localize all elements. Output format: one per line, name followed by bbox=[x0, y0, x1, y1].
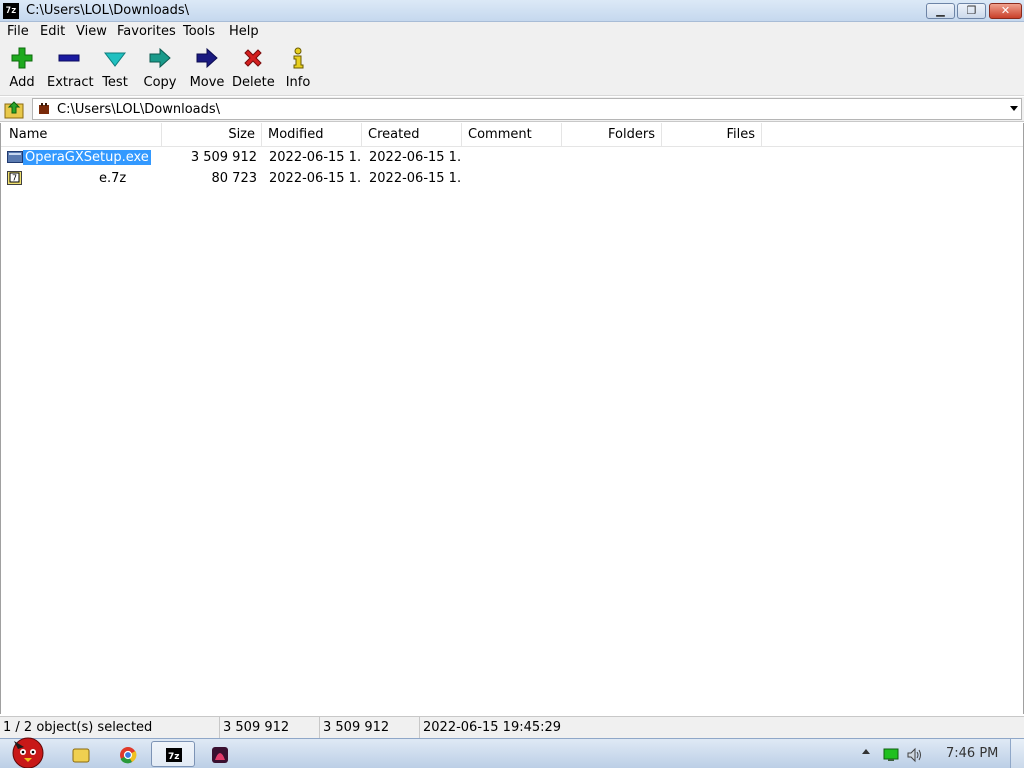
drive-icon bbox=[39, 103, 49, 114]
exe-file-icon bbox=[7, 151, 23, 163]
file-modified: 2022-06-15 1... bbox=[269, 171, 361, 186]
info-button[interactable]: Info bbox=[284, 46, 312, 90]
menu-favorites[interactable]: Favorites bbox=[117, 24, 176, 39]
menu-tools[interactable]: Tools bbox=[183, 24, 215, 39]
menu-view[interactable]: View bbox=[76, 24, 107, 39]
address-field[interactable]: C:\Users\LOL\Downloads\ bbox=[32, 98, 1022, 120]
toolbar: Add Extract Test Copy Move Delete Info bbox=[0, 42, 1024, 96]
copy-button[interactable]: Copy bbox=[143, 46, 177, 90]
menu-bar: File Edit View Favorites Tools Help bbox=[0, 22, 1024, 42]
extract-icon bbox=[58, 54, 80, 62]
file-modified: 2022-06-15 1... bbox=[269, 150, 361, 165]
svg-text:7z: 7z bbox=[168, 752, 180, 762]
show-desktop-button[interactable] bbox=[1010, 739, 1024, 768]
column-comment[interactable]: Comment bbox=[462, 123, 562, 147]
address-path: C:\Users\LOL\Downloads\ bbox=[57, 102, 221, 117]
extract-label: Extract bbox=[47, 75, 94, 90]
column-header: Name Size Modified Created Comment Folde… bbox=[1, 123, 1023, 147]
maximize-icon: ❐ bbox=[966, 4, 977, 17]
move-button[interactable]: Move bbox=[189, 46, 225, 90]
taskbar-app[interactable] bbox=[197, 741, 241, 767]
test-label: Test bbox=[102, 75, 128, 90]
explorer-icon bbox=[72, 748, 90, 763]
file-name: OperaGXSetup.exe bbox=[23, 150, 151, 165]
column-modified[interactable]: Modified bbox=[262, 123, 362, 147]
taskbar: 7z 7:46 PM bbox=[0, 737, 1024, 768]
chrome-icon bbox=[120, 747, 137, 764]
7zip-app-icon: 7z bbox=[3, 3, 19, 19]
title-bar: 7z C:\Users\LOL\Downloads\ ▁ ❐ ✕ bbox=[0, 0, 1024, 22]
taskbar-chrome[interactable] bbox=[105, 741, 149, 767]
svg-text:7: 7 bbox=[12, 174, 17, 183]
move-arrow-icon bbox=[196, 47, 218, 69]
status-bar: 1 / 2 object(s) selected 3 509 912 3 509… bbox=[0, 716, 1024, 739]
taskbar-7zip[interactable]: 7z bbox=[151, 741, 195, 767]
network-icon[interactable] bbox=[883, 748, 899, 762]
add-label: Add bbox=[9, 75, 35, 90]
copy-label: Copy bbox=[143, 75, 177, 90]
minimize-icon: ▁ bbox=[936, 4, 945, 17]
menu-edit[interactable]: Edit bbox=[40, 24, 65, 39]
test-check-icon bbox=[103, 52, 127, 67]
7z-archive-icon: 7 bbox=[7, 171, 22, 185]
window-title: C:\Users\LOL\Downloads\ bbox=[26, 3, 190, 18]
status-packed-size: 3 509 912 bbox=[320, 717, 420, 739]
add-icon bbox=[11, 47, 33, 69]
file-size: 3 509 912 bbox=[190, 150, 257, 165]
column-name[interactable]: Name bbox=[1, 123, 162, 147]
maximize-button[interactable]: ❐ bbox=[957, 3, 986, 19]
file-size: 80 723 bbox=[211, 171, 258, 186]
info-icon bbox=[293, 47, 304, 69]
table-row[interactable]: 7 e.7z 80 723 2022-06-15 1... 2022-06-15… bbox=[1, 168, 1023, 189]
close-button[interactable]: ✕ bbox=[989, 3, 1022, 19]
info-label: Info bbox=[285, 75, 311, 90]
delete-label: Delete bbox=[232, 75, 275, 90]
file-list: Name Size Modified Created Comment Folde… bbox=[0, 123, 1024, 714]
column-folders[interactable]: Folders bbox=[562, 123, 662, 147]
file-name: e.7z bbox=[99, 171, 127, 186]
volume-icon[interactable] bbox=[906, 747, 922, 763]
minimize-button[interactable]: ▁ bbox=[926, 3, 955, 19]
app-icon bbox=[212, 747, 228, 763]
address-bar: C:\Users\LOL\Downloads\ bbox=[0, 97, 1024, 122]
clock[interactable]: 7:46 PM bbox=[946, 746, 998, 761]
copy-arrow-icon bbox=[149, 47, 171, 69]
status-date: 2022-06-15 19:45:29 bbox=[423, 720, 562, 735]
file-created: 2022-06-15 1... bbox=[369, 171, 461, 186]
menu-help[interactable]: Help bbox=[229, 24, 259, 39]
close-icon: ✕ bbox=[1000, 4, 1011, 17]
menu-file[interactable]: File bbox=[7, 24, 29, 39]
taskbar-explorer[interactable] bbox=[58, 741, 102, 767]
status-size: 3 509 912 bbox=[220, 717, 320, 739]
column-files[interactable]: Files bbox=[662, 123, 762, 147]
tray-expand-icon[interactable] bbox=[862, 749, 870, 754]
up-folder-icon[interactable] bbox=[3, 99, 27, 120]
add-button[interactable]: Add bbox=[5, 46, 39, 90]
delete-x-icon bbox=[244, 49, 262, 67]
test-button[interactable]: Test bbox=[99, 46, 131, 90]
column-size[interactable]: Size bbox=[162, 123, 262, 147]
delete-button[interactable]: Delete bbox=[232, 46, 275, 90]
extract-button[interactable]: Extract bbox=[47, 46, 94, 90]
column-created[interactable]: Created bbox=[362, 123, 462, 147]
file-created: 2022-06-15 1... bbox=[369, 150, 461, 165]
table-row[interactable]: OperaGXSetup.exe 3 509 912 2022-06-15 1.… bbox=[1, 147, 1023, 168]
chevron-down-icon[interactable] bbox=[1010, 106, 1018, 111]
7zip-icon: 7z bbox=[166, 748, 182, 762]
start-orb-icon[interactable] bbox=[4, 731, 48, 768]
move-label: Move bbox=[189, 75, 225, 90]
